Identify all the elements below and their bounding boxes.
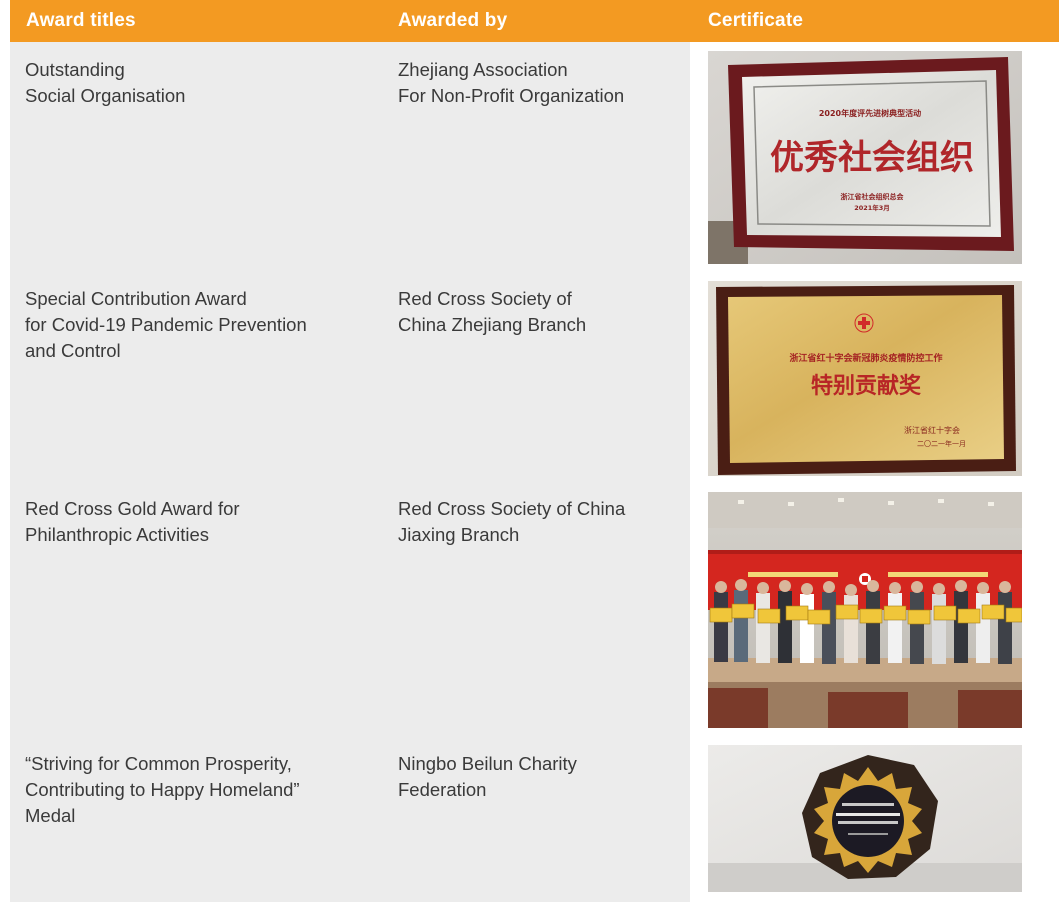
certificate-photo-2: 浙江省红十字会新冠肺炎疫情防控工作 特别贡献奖 浙江省红十字会 二〇二一年一月: [708, 281, 1022, 476]
award-title-4: “Striving for Common Prosperity, Contrib…: [25, 753, 300, 826]
awarded-by-4: Ningbo Beilun Charity Federation: [398, 753, 577, 800]
award-title-3: Red Cross Gold Award for Philanthropic A…: [25, 498, 240, 545]
certificate-2-date: 二〇二一年一月: [917, 439, 966, 448]
header-awarded-by: Awarded by: [398, 10, 508, 31]
certificate-1-date: 2021年3月: [854, 203, 890, 212]
awarded-by-1: Zhejiang Association For Non-Profit Orga…: [398, 59, 625, 106]
certificate-photo-3: [708, 492, 1022, 728]
header-certificate: Certificate: [708, 10, 804, 31]
certificate-1-issuer: 浙江省社会组织总会: [841, 192, 905, 201]
certificate-2-issuer: 浙江省红十字会: [904, 425, 960, 435]
certificate-1-main: 优秀社会组织: [770, 138, 974, 178]
certificate-photo-1: 2020年度评先进树典型活动 优秀社会组织 浙江省社会组织总会 2021年3月: [708, 51, 1022, 264]
certificate-2-line1: 浙江省红十字会新冠肺炎疫情防控工作: [789, 352, 942, 364]
table-header: Award titles Awarded by Certificate: [10, 0, 1059, 42]
certificate-photo-4: [708, 745, 1022, 892]
certificate-2-main: 特别贡献奖: [811, 373, 922, 399]
award-title-1: Outstanding Social Organisation: [25, 59, 186, 106]
awarded-by-3: Red Cross Society of China Jiaxing Branc…: [398, 498, 626, 545]
awarded-by-2: Red Cross Society of China Zhejiang Bran…: [398, 288, 587, 335]
certificate-1-line1: 2020年度评先进树典型活动: [819, 108, 921, 118]
award-title-2: Special Contribution Award for Covid-19 …: [25, 288, 307, 361]
header-award-titles: Award titles: [26, 10, 136, 31]
